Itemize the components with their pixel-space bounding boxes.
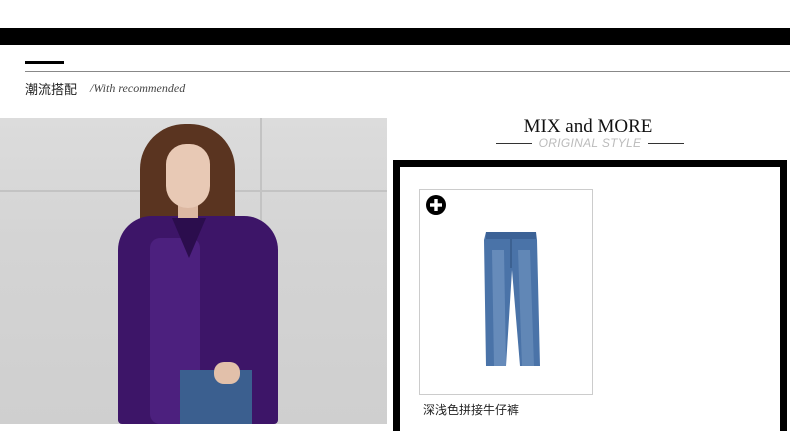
- section-title: 潮流搭配: [25, 82, 78, 97]
- mix-subtitle-line-right: [648, 143, 684, 144]
- product-card[interactable]: [419, 189, 593, 395]
- section-subtitle: /With recommended: [90, 81, 186, 95]
- model-face: [166, 144, 210, 208]
- section-divider: [25, 71, 790, 72]
- mix-title: MIX and MORE: [523, 116, 653, 137]
- jeans-image[interactable]: [420, 190, 592, 394]
- product-name[interactable]: 深浅色拼接牛仔裤: [423, 401, 519, 418]
- plus-circle-icon[interactable]: [426, 195, 446, 215]
- model-photo: [0, 118, 387, 424]
- model-hand: [214, 362, 240, 384]
- section-accent-line: [25, 61, 64, 64]
- top-black-bar: [0, 28, 790, 45]
- mix-subtitle-row: ORIGINAL STYLE: [496, 136, 684, 152]
